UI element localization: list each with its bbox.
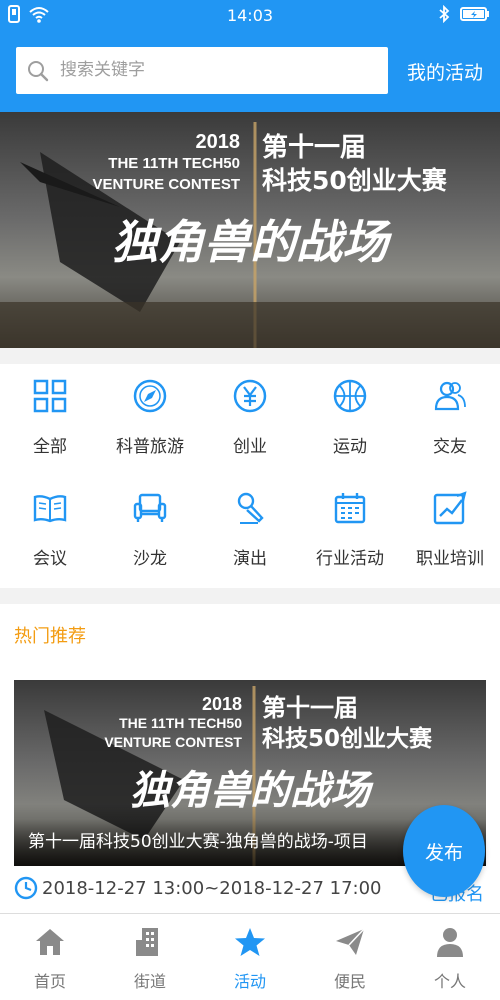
card-cn-line2: 科技50创业大赛 xyxy=(262,725,433,752)
banner-cn-line1: 第十一届 xyxy=(262,132,366,163)
tab-activity[interactable]: 活动 xyxy=(200,914,300,1000)
search-input[interactable] xyxy=(60,55,370,85)
clock-icon xyxy=(14,876,38,900)
yen-icon xyxy=(233,379,267,413)
building-icon xyxy=(136,928,158,956)
category-label: 沙龙 xyxy=(133,549,167,569)
hot-recommend-title: 热门推荐 xyxy=(14,626,86,647)
tab-street[interactable]: 街道 xyxy=(100,914,200,1000)
banner-cn-line2: 科技50创业大赛 xyxy=(262,166,448,195)
event-time: 2018-12-27 13:00~2018-12-27 17:00 xyxy=(14,876,382,900)
category-performance[interactable]: 演出 xyxy=(200,476,300,576)
calendar-icon xyxy=(334,493,366,524)
tab-label: 便民 xyxy=(333,972,366,991)
compass-icon xyxy=(133,379,167,413)
category-label: 运动 xyxy=(333,437,367,457)
book-icon xyxy=(33,495,67,523)
card-year: 2018 xyxy=(202,694,242,714)
basketball-icon xyxy=(333,379,367,413)
card-en-line1: THE 11TH TECH50 xyxy=(119,715,242,731)
send-icon xyxy=(336,928,365,955)
publish-button[interactable]: 发布 xyxy=(403,805,485,897)
banner-year: 2018 xyxy=(196,131,241,153)
category-sports[interactable]: 运动 xyxy=(300,364,400,464)
star-icon xyxy=(235,928,265,956)
my-activity-button[interactable]: 我的活动 xyxy=(398,58,492,85)
category-training[interactable]: 职业培训 xyxy=(400,476,500,576)
card-cn-line1: 第十一届 xyxy=(262,694,358,722)
event-title: 第十一届科技50创业大赛-独角兽的战场-项目 xyxy=(28,832,368,852)
bluetooth-icon xyxy=(439,5,450,23)
battery-icon xyxy=(460,7,489,21)
category-salon[interactable]: 沙龙 xyxy=(100,476,200,576)
search-icon xyxy=(28,61,49,82)
category-label: 科普旅游 xyxy=(116,437,184,457)
banner-en-line2: VENTURE CONTEST xyxy=(92,176,240,193)
category-industry-events[interactable]: 行业活动 xyxy=(300,476,400,576)
banner-en-line1: THE 11TH TECH50 xyxy=(108,155,240,172)
event-time-text: 2018-12-27 13:00~2018-12-27 17:00 xyxy=(42,877,382,899)
friends-icon xyxy=(434,381,466,411)
category-science-tour[interactable]: 科普旅游 xyxy=(100,364,200,464)
tab-convenience[interactable]: 便民 xyxy=(300,914,400,1000)
tab-label: 首页 xyxy=(33,972,66,991)
person-icon xyxy=(437,928,463,957)
tab-label: 个人 xyxy=(433,972,466,991)
category-grid: 全部 科普旅游 创业 运动 交友 会议 沙龙 演出 行业活动 职业培训 xyxy=(0,364,500,588)
microphone-icon xyxy=(237,492,264,524)
sofa-icon xyxy=(133,493,167,522)
category-label: 交友 xyxy=(433,437,467,457)
tab-home[interactable]: 首页 xyxy=(0,914,100,1000)
category-label: 会议 xyxy=(33,549,67,569)
category-all[interactable]: 全部 xyxy=(0,364,100,464)
search-box[interactable] xyxy=(16,47,388,94)
status-bar: 14:03 xyxy=(0,0,500,32)
home-icon xyxy=(36,929,64,955)
banner-slogan: 独角兽的战场 xyxy=(112,215,393,269)
grid-icon xyxy=(33,379,67,413)
bottom-tab-bar: 首页 街道 活动 便民 个人 xyxy=(0,913,500,1000)
category-label: 演出 xyxy=(233,549,267,569)
header: 我的活动 xyxy=(0,32,500,112)
status-time: 14:03 xyxy=(226,6,274,25)
category-label: 职业培训 xyxy=(416,549,484,569)
category-friends[interactable]: 交友 xyxy=(400,364,500,464)
chart-icon xyxy=(433,491,467,525)
banner-carousel[interactable]: 2018 THE 11TH TECH50 VENTURE CONTEST 第十一… xyxy=(0,112,500,348)
tab-label: 活动 xyxy=(233,972,266,991)
banner-image: 2018 THE 11TH TECH50 VENTURE CONTEST 第十一… xyxy=(0,112,500,348)
category-label: 全部 xyxy=(33,437,67,457)
tab-profile[interactable]: 个人 xyxy=(400,914,500,1000)
category-startup[interactable]: 创业 xyxy=(200,364,300,464)
category-label: 行业活动 xyxy=(316,549,384,569)
category-label: 创业 xyxy=(233,437,267,457)
status-icons-right xyxy=(438,5,490,23)
tab-label: 街道 xyxy=(133,972,166,991)
card-en-line2: VENTURE CONTEST xyxy=(104,734,242,750)
category-meeting[interactable]: 会议 xyxy=(0,476,100,576)
